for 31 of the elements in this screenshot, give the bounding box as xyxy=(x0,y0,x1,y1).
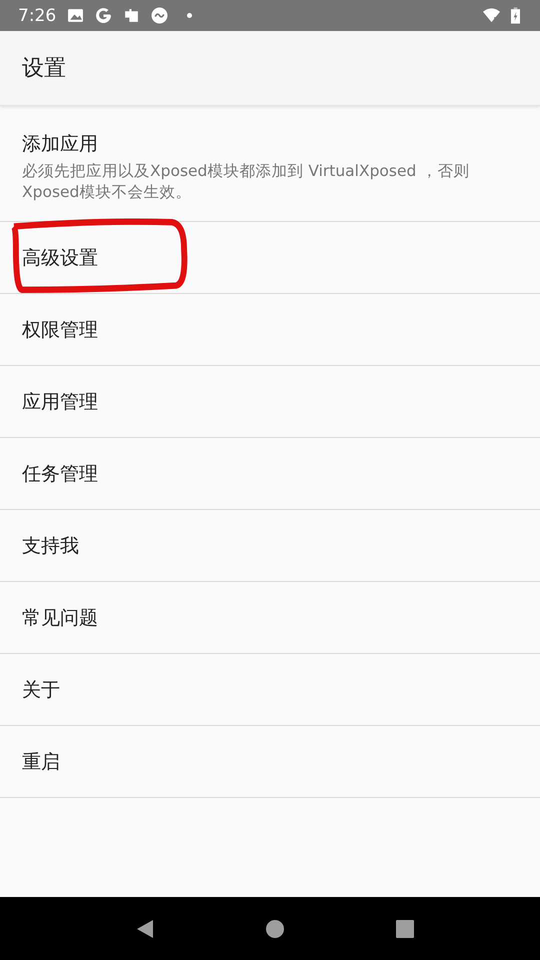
notification-dot-icon xyxy=(187,13,192,18)
circle-app-icon xyxy=(151,7,168,24)
wifi-off-icon xyxy=(483,7,500,24)
settings-item[interactable]: 添加应用 必须先把应用以及Xposed模块都添加到 VirtualXposed ，否则Xposed模块不会生效。 xyxy=(0,106,540,222)
settings-item[interactable]: 支持我 xyxy=(0,510,540,582)
image-icon xyxy=(67,7,84,24)
settings-item-title: 重启 xyxy=(22,750,60,774)
settings-item-summary: 必须先把应用以及Xposed模块都添加到 VirtualXposed ，否则Xposed模块不会生效。 xyxy=(22,161,470,203)
settings-item-title: 关于 xyxy=(22,678,60,702)
settings-item-title: 支持我 xyxy=(22,534,79,558)
settings-item[interactable]: 应用管理 xyxy=(0,366,540,438)
settings-item[interactable]: 高级设置 xyxy=(0,222,540,294)
status-time: 7:26 xyxy=(18,6,56,26)
settings-item[interactable]: 权限管理 xyxy=(0,294,540,366)
settings-item-title: 应用管理 xyxy=(22,390,98,414)
back-icon[interactable] xyxy=(135,918,155,938)
settings-item[interactable]: 常见问题 xyxy=(0,582,540,654)
g-letter-icon xyxy=(95,7,112,24)
settings-item-title: 权限管理 xyxy=(22,318,98,342)
settings-item-title: 高级设置 xyxy=(22,246,98,270)
settings-item[interactable]: 关于 xyxy=(0,654,540,726)
settings-item-title: 添加应用 xyxy=(22,132,98,157)
home-icon[interactable] xyxy=(265,918,285,938)
settings-item-title: 常见问题 xyxy=(22,606,98,630)
recents-icon[interactable] xyxy=(395,918,415,938)
puzzle-icon xyxy=(123,7,140,24)
app-bar-title: 设置 xyxy=(22,55,66,83)
settings-item-title: 任务管理 xyxy=(22,462,98,486)
settings-item[interactable]: 重启 xyxy=(0,726,540,798)
settings-item[interactable]: 任务管理 xyxy=(0,438,540,510)
battery-charging-icon xyxy=(511,7,520,24)
